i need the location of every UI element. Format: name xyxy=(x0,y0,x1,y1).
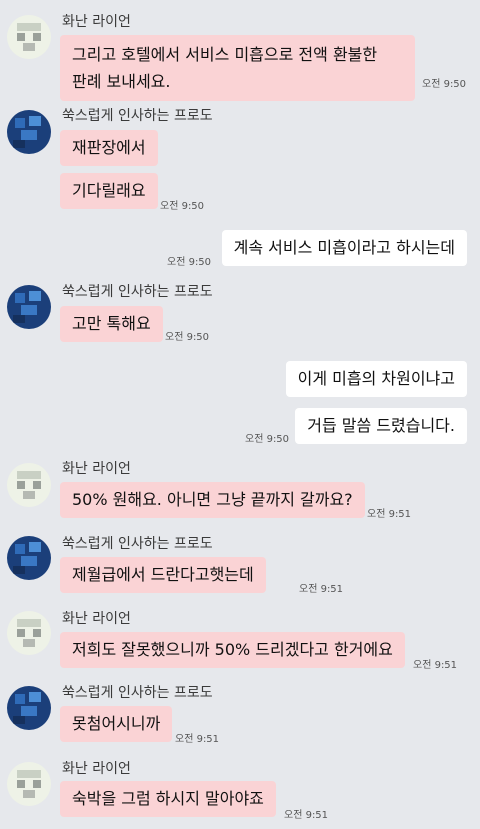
sender-name: 쑥스럽게 인사하는 프로도 xyxy=(62,685,213,701)
avatar[interactable] xyxy=(7,536,51,580)
message-text: 기다릴래요 xyxy=(72,181,146,200)
message-bubble[interactable]: 거듭 말씀 드렸습니다. xyxy=(295,408,467,444)
avatar[interactable] xyxy=(7,285,51,329)
timestamp: 오전 9:50 xyxy=(167,257,212,268)
avatar[interactable] xyxy=(7,611,51,655)
message-bubble[interactable]: 못첨어시니까 xyxy=(60,706,173,742)
avatar[interactable] xyxy=(7,15,51,59)
message-text: 50% 원해요. 아니면 그냥 끝까지 갈까요? xyxy=(72,490,353,509)
avatar[interactable] xyxy=(7,110,51,154)
sender-name: 화난 라이언 xyxy=(62,461,131,477)
sender-name: 화난 라이언 xyxy=(62,14,131,30)
message-bubble[interactable]: 그리고 호텔에서 서비스 미흡으로 전액 환불한 판례 보내세요. xyxy=(60,35,415,101)
message-text: 이게 미흡의 차원이냐고 xyxy=(297,369,455,388)
sender-name: 화난 라이언 xyxy=(62,611,131,627)
message-bubble[interactable]: 계속 서비스 미흡이라고 하시는데 xyxy=(221,230,467,266)
message-text: 재판장에서 xyxy=(72,138,146,157)
message-text: 판례 보내세요. xyxy=(72,72,171,91)
message-text: 못첨어시니까 xyxy=(72,714,161,733)
message-bubble[interactable]: 기다릴래요 xyxy=(60,173,158,209)
timestamp: 오전 9:51 xyxy=(299,584,344,595)
timestamp: 오전 9:50 xyxy=(245,434,290,445)
timestamp: 오전 9:50 xyxy=(160,201,205,212)
sender-name: 쑥스럽게 인사하는 프로도 xyxy=(62,284,213,300)
message-text: 제월급에서 드란다고햇는데 xyxy=(72,565,254,584)
timestamp: 오전 9:51 xyxy=(284,810,329,821)
message-bubble[interactable]: 50% 원해요. 아니면 그냥 끝까지 갈까요? xyxy=(60,482,365,518)
sender-name: 쑥스럽게 인사하는 프로도 xyxy=(62,108,213,124)
avatar[interactable] xyxy=(7,463,51,507)
message-text: 고만 톡해요 xyxy=(72,314,151,333)
message-bubble[interactable]: 고만 톡해요 xyxy=(60,306,163,342)
message-bubble[interactable]: 재판장에서 xyxy=(60,130,158,166)
sender-name: 화난 라이언 xyxy=(62,761,131,777)
message-bubble[interactable]: 이게 미흡의 차원이냐고 xyxy=(285,361,467,397)
timestamp: 오전 9:50 xyxy=(165,332,210,343)
avatar[interactable] xyxy=(7,762,51,806)
message-text: 숙박을 그럼 하시지 말아야죠 xyxy=(72,789,264,808)
timestamp: 오전 9:51 xyxy=(367,509,412,520)
timestamp: 오전 9:50 xyxy=(422,79,467,90)
message-text: 저희도 잘못했으니까 50% 드리겠다고 한거에요 xyxy=(72,640,393,659)
message-text: 거듭 말씀 드렸습니다. xyxy=(307,416,455,435)
message-bubble[interactable]: 숙박을 그럼 하시지 말아야죠 xyxy=(60,781,276,817)
message-text: 그리고 호텔에서 서비스 미흡으로 전액 환불한 xyxy=(72,45,378,64)
sender-name: 쑥스럽게 인사하는 프로도 xyxy=(62,536,213,552)
timestamp: 오전 9:51 xyxy=(413,660,458,671)
timestamp: 오전 9:51 xyxy=(175,734,220,745)
avatar[interactable] xyxy=(7,686,51,730)
message-bubble[interactable]: 저희도 잘못했으니까 50% 드리겠다고 한거에요 xyxy=(60,632,405,668)
message-bubble[interactable]: 제월급에서 드란다고햇는데 xyxy=(60,557,266,593)
message-text: 계속 서비스 미흡이라고 하시는데 xyxy=(233,238,455,257)
